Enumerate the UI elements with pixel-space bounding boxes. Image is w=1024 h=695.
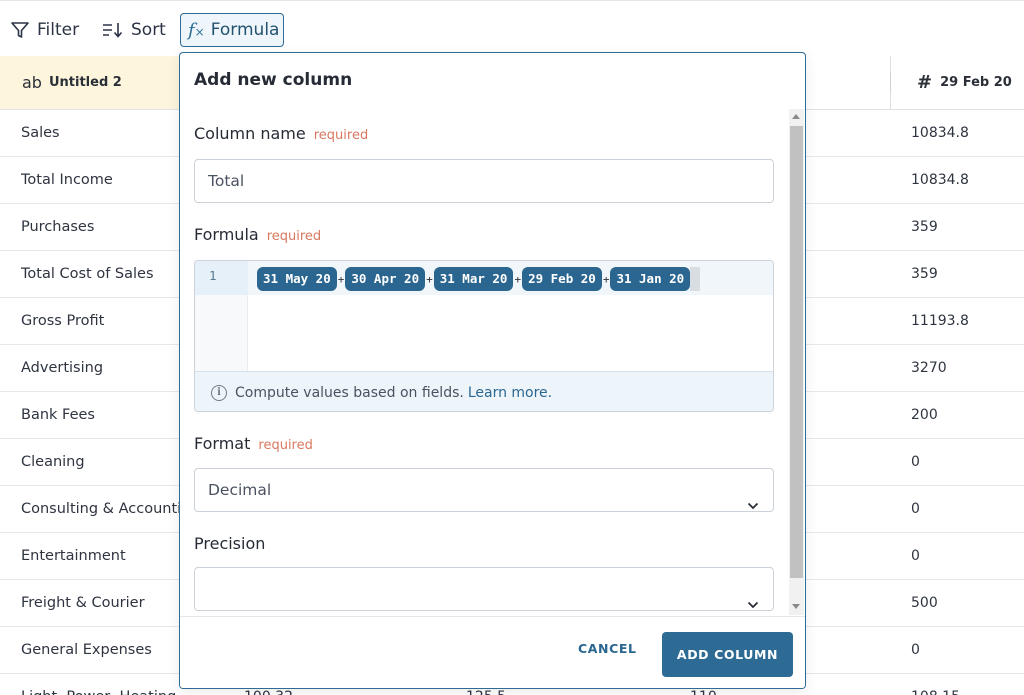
cancel-button[interactable]: CANCEL — [578, 641, 637, 656]
add-column-button[interactable]: ADD COLUMN — [662, 632, 793, 677]
row-label: Advertising — [21, 360, 104, 376]
field-token[interactable]: 31 May 20 — [257, 267, 337, 291]
dialog-footer: CANCEL ADD COLUMN — [180, 616, 805, 688]
required-tag: required — [258, 438, 313, 453]
sort-button[interactable]: Sort — [102, 13, 166, 47]
line-number-text: 1 — [209, 268, 217, 283]
scroll-up-icon[interactable] — [792, 114, 800, 119]
row-label: Freight & Courier — [21, 595, 145, 611]
text-type-icon: ab — [22, 73, 42, 92]
row-value: 500 — [911, 595, 938, 611]
row-label: Sales — [21, 125, 60, 141]
formula-label: Formula required — [194, 225, 321, 244]
row-value: 3270 — [911, 360, 947, 376]
row-label: Total Cost of Sales — [21, 266, 154, 282]
row-label: Total Income — [21, 172, 113, 188]
chevron-down-icon — [747, 583, 759, 615]
text-cursor — [690, 267, 701, 291]
row-label: Light, Power, Heating — [21, 674, 179, 695]
row-label: General Expenses — [21, 642, 152, 658]
row-value: 108.15 — [911, 674, 960, 695]
column-header-29-feb-20[interactable]: # 29 Feb 20 — [890, 56, 1024, 110]
row-value: 359 — [911, 266, 938, 282]
plus-operator: + — [426, 272, 433, 286]
row-value: 10834.8 — [911, 172, 969, 188]
column-header-label: Untitled 2 — [48, 75, 122, 90]
row-label: Bank Fees — [21, 407, 95, 423]
formula-editor[interactable]: 1 31 May 20 +30 Apr 20 +31 Mar 20 +29 Feb 2… — [194, 260, 774, 412]
add-column-dialog: Add new column Column name required Total… — [179, 52, 806, 689]
line-gutter: 1 — [195, 261, 248, 371]
row-value: 0 — [911, 642, 920, 658]
dialog-scroll-area[interactable]: Column name required Total Formula require… — [180, 109, 792, 615]
row-label: Gross Profit — [21, 313, 105, 329]
formula-label: Formula — [210, 20, 280, 40]
format-select[interactable]: Decimal — [194, 468, 774, 512]
row-value: 200 — [911, 407, 938, 423]
row-label: Purchases — [21, 219, 95, 235]
formula-button[interactable]: f× Formula — [180, 13, 284, 47]
filter-button[interactable]: Filter — [10, 13, 79, 47]
toolbar: Filter Sort f× Formula — [0, 0, 1024, 56]
row-value: 10834.8 — [911, 125, 969, 141]
precision-label-text: Precision — [194, 534, 266, 553]
row-value: 0 — [911, 548, 920, 564]
filter-label: Filter — [37, 20, 80, 40]
row-value: 359 — [911, 219, 938, 235]
column-name-label: Column name required — [194, 124, 368, 143]
learn-more-link[interactable]: Learn more. — [468, 385, 552, 401]
info-icon: i — [211, 384, 227, 401]
number-type-icon: # — [917, 72, 933, 93]
dialog-title: Add new column — [194, 70, 353, 90]
format-label-text: Format — [194, 434, 251, 453]
precision-label: Precision — [194, 534, 265, 553]
row-value: 0 — [911, 454, 920, 470]
plus-operator: + — [514, 272, 522, 286]
required-tag: required — [313, 128, 369, 143]
format-select-value: Decimal — [208, 481, 272, 499]
chevron-down-icon — [747, 484, 759, 526]
column-header-untitled[interactable]: ab Untitled 2 — [0, 56, 180, 110]
row-label: Cleaning — [21, 454, 85, 470]
row-value: 11193.8 — [911, 313, 969, 329]
column-name-input[interactable]: Total — [194, 159, 774, 203]
required-tag: required — [266, 229, 322, 244]
row-label: Consulting & Accounting — [21, 501, 179, 517]
field-token[interactable]: 31 Mar 20 — [433, 267, 514, 291]
column-name-label-text: Column name — [194, 124, 306, 143]
filter-icon — [10, 20, 30, 40]
sort-icon — [102, 21, 124, 39]
row-label: Entertainment — [21, 548, 126, 564]
plus-operator: + — [337, 272, 345, 286]
field-token[interactable]: 30 Apr 20 — [345, 267, 426, 291]
scrollbar-thumb[interactable] — [790, 126, 803, 578]
column-header-label: 29 Feb 20 — [940, 75, 1012, 90]
sort-label: Sort — [131, 20, 166, 40]
row-value: 0 — [911, 501, 920, 517]
field-token[interactable]: 29 Feb 20 — [522, 267, 602, 291]
plus-operator: + — [602, 272, 610, 286]
line-number: 1 — [195, 261, 248, 295]
format-label: Format required — [194, 434, 313, 453]
precision-select[interactable] — [194, 567, 774, 611]
field-token[interactable]: 31 Jan 20 — [610, 267, 691, 291]
formula-label-text: Formula — [194, 225, 259, 244]
function-icon: f× — [188, 19, 205, 41]
column-divider[interactable] — [890, 72, 891, 92]
formula-help: i Compute values based on fields. Learn … — [195, 371, 773, 411]
formula-tokens[interactable]: 31 May 20 +30 Apr 20 +31 Mar 20 +29 Feb 20 +… — [257, 267, 701, 291]
scroll-down-icon[interactable] — [792, 604, 800, 609]
formula-help-text: Compute values based on fields. — [235, 384, 464, 401]
